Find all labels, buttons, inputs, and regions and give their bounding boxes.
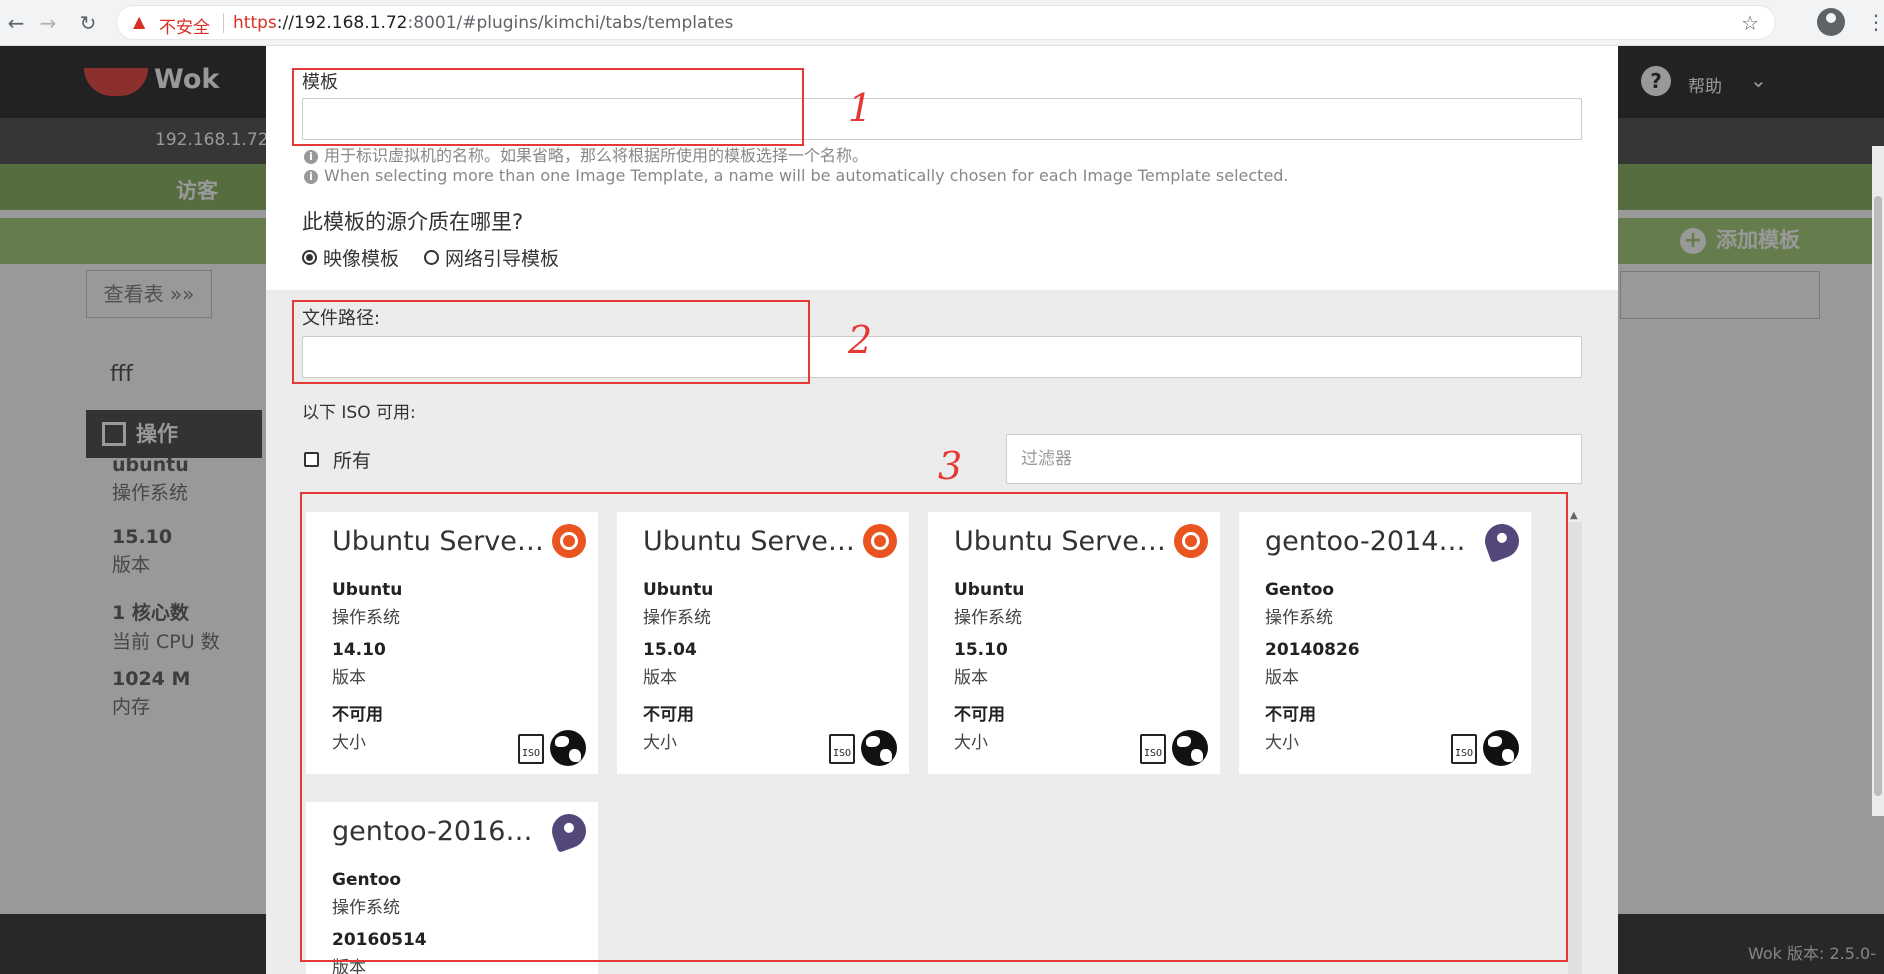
url-scheme: https <box>233 13 277 33</box>
filter-input[interactable] <box>1006 434 1582 484</box>
bookmark-star-icon[interactable]: ☆ <box>1741 11 1759 35</box>
annotation-box-2 <box>292 300 810 384</box>
select-all-label: 所有 <box>333 450 372 472</box>
iso-available-label: 以下 ISO 可用: <box>302 403 416 423</box>
account-icon[interactable] <box>1817 8 1845 36</box>
iso-list-scrollbar[interactable]: ▲ <box>1568 510 1582 974</box>
annotation-box-3 <box>300 492 1568 962</box>
reload-icon[interactable]: ↻ <box>74 9 102 37</box>
radio-netboot-template[interactable]: 网络引导模板 <box>424 244 559 271</box>
name-hint-cn-text: 用于标识虚拟机的名称。如果省略，那么将根据所使用的模板选择一个名称。 <box>324 146 869 165</box>
browser-menu-icon[interactable]: ⋮ <box>1866 10 1884 34</box>
back-arrow-icon[interactable]: ← <box>2 9 30 37</box>
annotation-number-2: 2 <box>848 318 873 362</box>
radio-unchecked-icon <box>424 250 439 265</box>
radio-checked-icon <box>302 250 317 265</box>
name-hint-en: i When selecting more than one Image Temp… <box>304 166 1289 185</box>
insecure-label: 不安全 <box>159 18 210 38</box>
forward-arrow-icon[interactable]: → <box>34 9 62 37</box>
source-media-question: 此模板的源介质在哪里? <box>302 210 524 234</box>
annotation-box-1 <box>292 68 804 146</box>
warning-icon: ▲ <box>133 12 146 31</box>
omnibox-separator <box>223 13 224 33</box>
annotation-number-3: 3 <box>938 444 963 488</box>
info-icon: i <box>304 150 318 164</box>
annotation-number-1: 1 <box>848 86 873 130</box>
radio-netboot-label: 网络引导模板 <box>445 248 560 270</box>
address-bar[interactable]: ▲ 不安全 https://192.168.1.72:8001/#plugins… <box>116 5 1776 40</box>
page-scrollbar-thumb[interactable] <box>1874 196 1882 796</box>
url-path: :8001/#plugins/kimchi/tabs/templates <box>407 13 734 33</box>
scroll-up-icon[interactable]: ▲ <box>1570 510 1578 521</box>
radio-image-label: 映像模板 <box>323 248 400 270</box>
info-icon: i <box>304 170 318 184</box>
url-text[interactable]: https://192.168.1.72:8001/#plugins/kimch… <box>233 13 733 33</box>
radio-image-template[interactable]: 映像模板 <box>302 244 399 271</box>
checkbox-icon <box>304 452 319 467</box>
browser-toolbar: ← → ↻ ▲ 不安全 https://192.168.1.72:8001/#p… <box>0 0 1884 46</box>
name-hint-en-text: When selecting more than one Image Templ… <box>324 166 1289 185</box>
url-host: ://192.168.1.72 <box>276 13 408 33</box>
select-all-checkbox[interactable]: 所有 <box>304 446 371 473</box>
